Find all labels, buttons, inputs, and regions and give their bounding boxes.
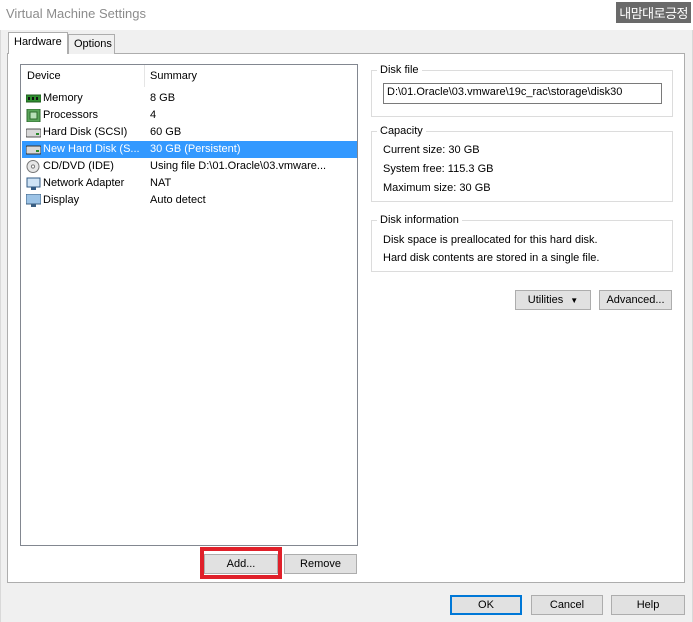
device-summary: 60 GB — [150, 126, 182, 138]
processor-icon — [26, 109, 41, 122]
ok-button[interactable]: OK — [450, 595, 522, 615]
device-name: Network Adapter — [43, 177, 125, 189]
device-row-processors[interactable]: Processors 4 — [22, 107, 357, 124]
window-title: Virtual Machine Settings — [6, 6, 146, 21]
utilities-button[interactable]: Utilities ▼ — [515, 290, 591, 310]
device-row-new-hard-disk[interactable]: New Hard Disk (S... 30 GB (Persistent) — [22, 141, 357, 158]
device-name: CD/DVD (IDE) — [43, 160, 114, 172]
system-free-text: System free: 115.3 GB — [383, 163, 494, 175]
device-row-memory[interactable]: Memory 8 GB — [22, 90, 357, 107]
device-name: New Hard Disk (S... — [43, 143, 140, 155]
watermark: 내맘대로긍정 — [616, 2, 691, 23]
device-row-network-adapter[interactable]: Network Adapter NAT — [22, 175, 357, 192]
dropdown-arrow-icon: ▼ — [570, 296, 579, 305]
device-name: Memory — [43, 92, 83, 104]
tab-hardware[interactable]: Hardware — [8, 32, 68, 54]
column-header-device[interactable]: Device — [27, 70, 61, 82]
hard-disk-icon — [26, 145, 41, 155]
hard-disk-icon — [26, 128, 41, 138]
column-header-summary[interactable]: Summary — [150, 70, 197, 82]
display-icon — [26, 194, 41, 207]
highlight-box — [200, 547, 282, 579]
help-button[interactable]: Help — [611, 595, 685, 615]
disk-info-line-1: Disk space is preallocated for this hard… — [383, 234, 598, 246]
maximum-size-text: Maximum size: 30 GB — [383, 182, 491, 194]
device-name: Processors — [43, 109, 99, 121]
utilities-button-label: Utilities — [527, 294, 564, 306]
disk-file-path-field[interactable]: D:\01.Oracle\03.vmware\19c_rac\storage\d… — [383, 83, 662, 104]
network-adapter-icon — [26, 177, 41, 190]
device-row-cd-dvd[interactable]: CD/DVD (IDE) Using file D:\01.Oracle\03.… — [22, 158, 357, 175]
advanced-button[interactable]: Advanced... — [599, 290, 672, 310]
memory-icon — [26, 94, 41, 103]
column-separator[interactable] — [144, 65, 145, 87]
device-name: Display — [43, 194, 80, 206]
device-summary: NAT — [150, 177, 172, 189]
device-name: Hard Disk (SCSI) — [43, 126, 128, 138]
disk-information-group-title: Disk information — [377, 214, 462, 226]
device-summary: 8 GB — [150, 92, 176, 104]
device-summary: 4 — [150, 109, 157, 121]
current-size-text: Current size: 30 GB — [383, 144, 480, 156]
disk-file-group: Disk file D:\01.Oracle\03.vmware\19c_rac… — [371, 64, 673, 117]
device-row-display[interactable]: Display Auto detect — [22, 192, 357, 209]
cancel-button[interactable]: Cancel — [531, 595, 603, 615]
capacity-group-title: Capacity — [377, 125, 426, 137]
device-summary: Using file D:\01.Oracle\03.vmware... — [150, 160, 327, 172]
disk-info-line-2: Hard disk contents are stored in a singl… — [383, 252, 600, 264]
device-list-header: Device Summary — [21, 65, 357, 87]
device-summary: 30 GB (Persistent) — [150, 143, 241, 155]
device-list[interactable]: Device Summary Memory 8 GB Processors 4 … — [20, 64, 358, 546]
remove-button[interactable]: Remove — [284, 554, 357, 574]
title-bar: Virtual Machine Settings 내맘대로긍정 — [0, 0, 693, 30]
cd-dvd-icon — [26, 160, 40, 173]
tab-options[interactable]: Options — [68, 34, 115, 54]
device-row-hard-disk-scsi[interactable]: Hard Disk (SCSI) 60 GB — [22, 124, 357, 141]
disk-information-group: Disk information Disk space is prealloca… — [371, 214, 673, 272]
disk-file-group-title: Disk file — [377, 64, 422, 76]
capacity-group: Capacity Current size: 30 GB System free… — [371, 125, 673, 202]
device-summary: Auto detect — [150, 194, 206, 206]
